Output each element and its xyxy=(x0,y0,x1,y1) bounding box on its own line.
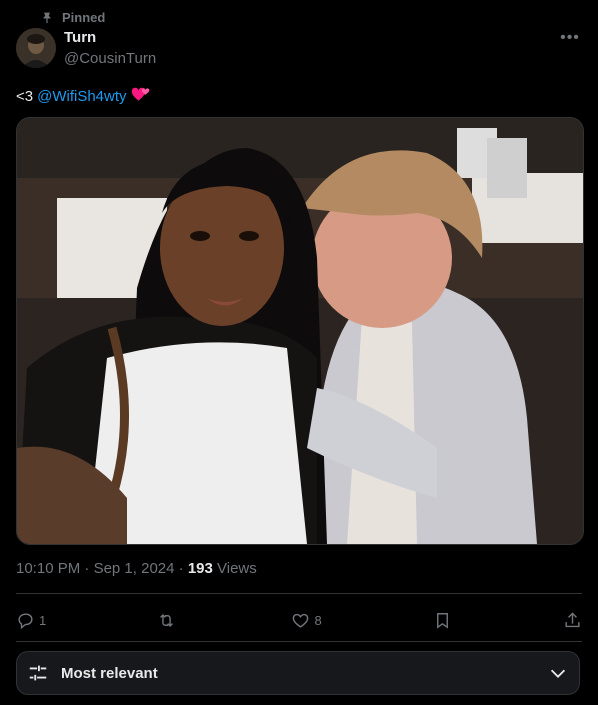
reply-button[interactable]: 1 xyxy=(16,611,46,630)
views-count: 193 xyxy=(187,560,213,577)
pin-icon xyxy=(43,12,51,24)
author-name[interactable]: Turn xyxy=(64,29,96,46)
tweet-text-prefix: <3 xyxy=(16,88,34,105)
tweet-text: <3 @WifiSh4wty xyxy=(16,84,151,109)
reply-count: 1 xyxy=(39,612,47,628)
pinned-indicator: Pinned xyxy=(40,8,105,26)
heart-icon xyxy=(293,613,309,628)
sort-label: Most relevant xyxy=(61,664,158,682)
avatar[interactable] xyxy=(16,28,56,68)
retweet-button[interactable] xyxy=(157,611,180,630)
sort-replies-dropdown[interactable]: Most relevant xyxy=(16,651,580,695)
filter-sliders-icon xyxy=(29,665,47,681)
action-bar: 1 8 xyxy=(16,607,582,633)
divider xyxy=(16,593,582,594)
meta-separator: · xyxy=(174,560,188,577)
bookmark-icon xyxy=(436,612,448,629)
two-hearts-icon xyxy=(131,84,151,109)
retweet-icon xyxy=(160,613,174,627)
tweet-date[interactable]: Sep 1, 2024 xyxy=(94,560,175,577)
mention-link[interactable]: @WifiSh4wty xyxy=(37,88,126,105)
tweet-time[interactable]: 10:10 PM xyxy=(16,560,80,577)
share-icon xyxy=(565,611,580,627)
reply-icon xyxy=(18,612,33,629)
like-button[interactable]: 8 xyxy=(291,611,322,630)
share-button[interactable] xyxy=(563,611,582,630)
bookmark-button[interactable] xyxy=(433,611,452,630)
author-handle[interactable]: @CousinTurn xyxy=(64,50,156,67)
meta-separator: · xyxy=(80,560,94,577)
like-count: 8 xyxy=(314,612,322,628)
more-options-button[interactable]: ••• xyxy=(560,28,580,48)
chevron-down-icon xyxy=(550,669,566,678)
divider xyxy=(16,641,582,642)
more-icon: ••• xyxy=(560,29,580,46)
tweet-meta: 10:10 PM · Sep 1, 2024 · 193 Views xyxy=(16,560,257,577)
pinned-label: Pinned xyxy=(62,9,106,25)
views-label: Views xyxy=(212,560,257,577)
tweet-photo[interactable] xyxy=(16,117,584,545)
